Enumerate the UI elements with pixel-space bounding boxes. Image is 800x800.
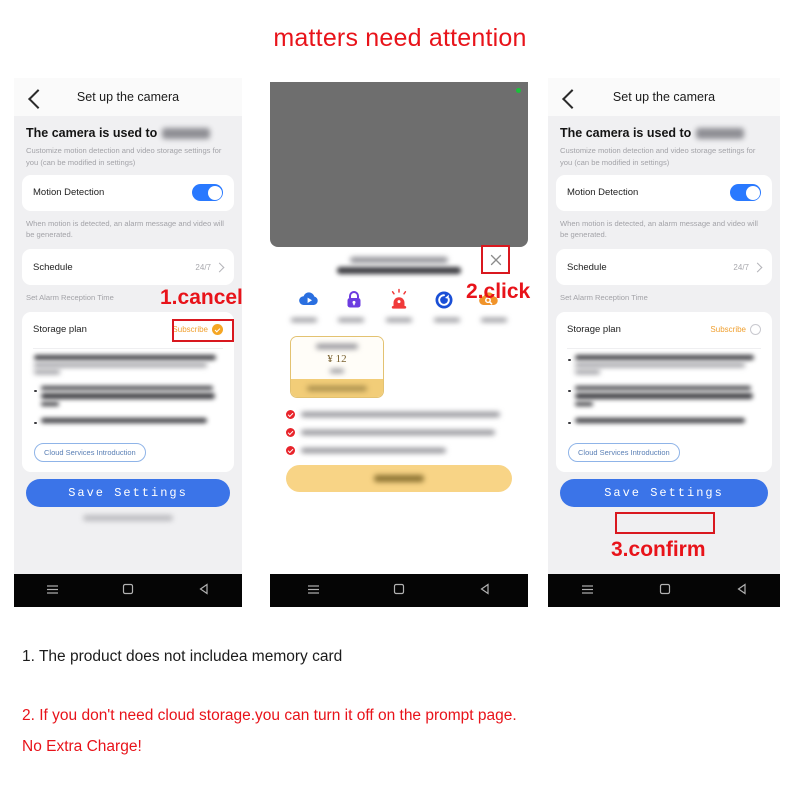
storage-plan-label: Storage plan: [567, 324, 621, 336]
save-settings-button[interactable]: Save Settings: [560, 478, 768, 507]
heading-note: Customize motion detection and video sto…: [26, 146, 222, 167]
motion-detection-note: When motion is detected, an alarm messag…: [26, 218, 224, 240]
lock-icon[interactable]: [342, 288, 366, 312]
schedule-value: 24/7: [195, 262, 211, 272]
annotation-step-3: 3.confirm: [611, 538, 706, 561]
feature-labels: [270, 314, 528, 322]
list-item: [568, 354, 760, 377]
menu-icon[interactable]: [307, 582, 320, 600]
highlight-box-subscribe: [172, 319, 234, 342]
cloud-services-introduction-button[interactable]: Cloud Services Introduction: [568, 442, 680, 462]
alarm-siren-icon[interactable]: [387, 288, 411, 312]
caption-line-1: 1. The product does not includea memory …: [22, 648, 343, 665]
subscribe-label: Subscribe: [710, 325, 746, 335]
android-navbar-right: [548, 574, 780, 607]
cycle-record-icon[interactable]: [432, 288, 456, 312]
highlight-box-save: [615, 512, 715, 534]
back-triangle-icon[interactable]: [479, 582, 491, 600]
motion-detection-toggle[interactable]: [730, 184, 761, 202]
save-bar-left: Save Settings: [14, 471, 242, 521]
appbar-title: Set up the camera: [612, 90, 716, 104]
storage-plan-label: Storage plan: [33, 324, 87, 336]
page-title: matters need attention: [273, 24, 527, 52]
list-item: [34, 354, 222, 377]
list-item: [286, 446, 512, 455]
chevron-right-icon: [752, 262, 763, 273]
promo-banner-placeholder: [270, 82, 528, 247]
check-icon: [286, 446, 295, 455]
schedule-label: Schedule: [33, 261, 73, 273]
annotation-step-1: 1.cancel: [160, 286, 243, 309]
appbar-right: Set up the camera: [548, 78, 780, 116]
appbar-left: Set up the camera: [14, 78, 242, 116]
schedule-note: Set Alarm Reception Time: [560, 293, 648, 303]
save-settings-button[interactable]: Save Settings: [26, 478, 230, 507]
menu-icon[interactable]: [46, 582, 59, 600]
android-navbar-middle: [270, 574, 528, 607]
plan-card-footer: [291, 379, 383, 397]
schedule-card: Schedule 24/7: [556, 249, 772, 286]
motion-detection-label: Motion Detection: [567, 187, 639, 199]
subscribe-control[interactable]: Subscribe: [710, 324, 761, 336]
motion-detection-toggle[interactable]: [192, 184, 223, 202]
plan-benefits-list: [270, 398, 528, 455]
schedule-card: Schedule 24/7: [22, 249, 234, 286]
list-item: [568, 417, 760, 426]
caption-line-2: 2. If you don't need cloud storage.you c…: [22, 707, 517, 724]
subscribe-cta-button[interactable]: [286, 465, 512, 492]
schedule-row[interactable]: Schedule 24/7: [22, 249, 234, 285]
green-dot-icon: [516, 88, 521, 93]
cloud-playback-icon[interactable]: [297, 288, 321, 312]
back-triangle-icon[interactable]: [198, 582, 210, 600]
highlight-box-close: [481, 245, 510, 274]
price-plan-card[interactable]: ¥ 12: [290, 336, 384, 398]
android-navbar-left: [14, 574, 242, 607]
annotation-step-2: 2.click: [466, 280, 531, 303]
home-square-icon[interactable]: [122, 582, 134, 600]
caption-line-3: No Extra Charge!: [22, 738, 142, 755]
list-item: [286, 410, 512, 419]
schedule-row[interactable]: Schedule 24/7: [556, 249, 772, 285]
back-triangle-icon[interactable]: [736, 582, 748, 600]
motion-detection-note: When motion is detected, an alarm messag…: [560, 218, 758, 240]
home-square-icon[interactable]: [393, 582, 405, 600]
storage-plan-card: Storage plan Subscribe Cloud Services In: [556, 311, 772, 472]
list-item: [568, 385, 760, 409]
list-item: [286, 428, 512, 437]
motion-detection-label: Motion Detection: [33, 187, 105, 199]
page-heading: The camera is used to: [560, 126, 768, 140]
schedule-label: Schedule: [567, 261, 607, 273]
phone-screen-middle: ¥ 12: [270, 82, 528, 607]
redacted-footer-text: [83, 514, 173, 521]
cloud-services-introduction-button[interactable]: Cloud Services Introduction: [34, 442, 146, 462]
plan-price: ¥ 12: [327, 353, 347, 365]
motion-detection-card: Motion Detection: [22, 174, 234, 211]
motion-detection-row[interactable]: Motion Detection: [22, 175, 234, 211]
storage-plan-row[interactable]: Storage plan Subscribe: [556, 312, 772, 348]
menu-icon[interactable]: [581, 582, 594, 600]
chevron-right-icon: [214, 262, 225, 273]
redacted-camera-name: [696, 127, 745, 139]
redacted-camera-name: [162, 127, 211, 139]
storage-plan-details: [556, 349, 772, 439]
motion-detection-card: Motion Detection: [556, 174, 772, 211]
list-item: [34, 385, 222, 409]
save-bar-right: Save Settings: [548, 471, 780, 507]
page-heading: The camera is used to: [26, 126, 230, 140]
list-item: [34, 417, 222, 426]
schedule-value: 24/7: [733, 262, 749, 272]
intro-section-right: The camera is used to Customize motion d…: [548, 116, 780, 175]
subscribe-unchecked-icon[interactable]: [750, 324, 761, 336]
intro-section-left: The camera is used to Customize motion d…: [14, 116, 242, 175]
check-icon: [286, 410, 295, 419]
phone-screen-left: Set up the camera The camera is used to …: [14, 78, 242, 607]
appbar-title: Set up the camera: [76, 90, 180, 104]
heading-note: Customize motion detection and video sto…: [560, 146, 756, 167]
motion-detection-row[interactable]: Motion Detection: [556, 175, 772, 211]
check-icon: [286, 428, 295, 437]
storage-plan-details: [22, 349, 234, 439]
home-square-icon[interactable]: [659, 582, 671, 600]
